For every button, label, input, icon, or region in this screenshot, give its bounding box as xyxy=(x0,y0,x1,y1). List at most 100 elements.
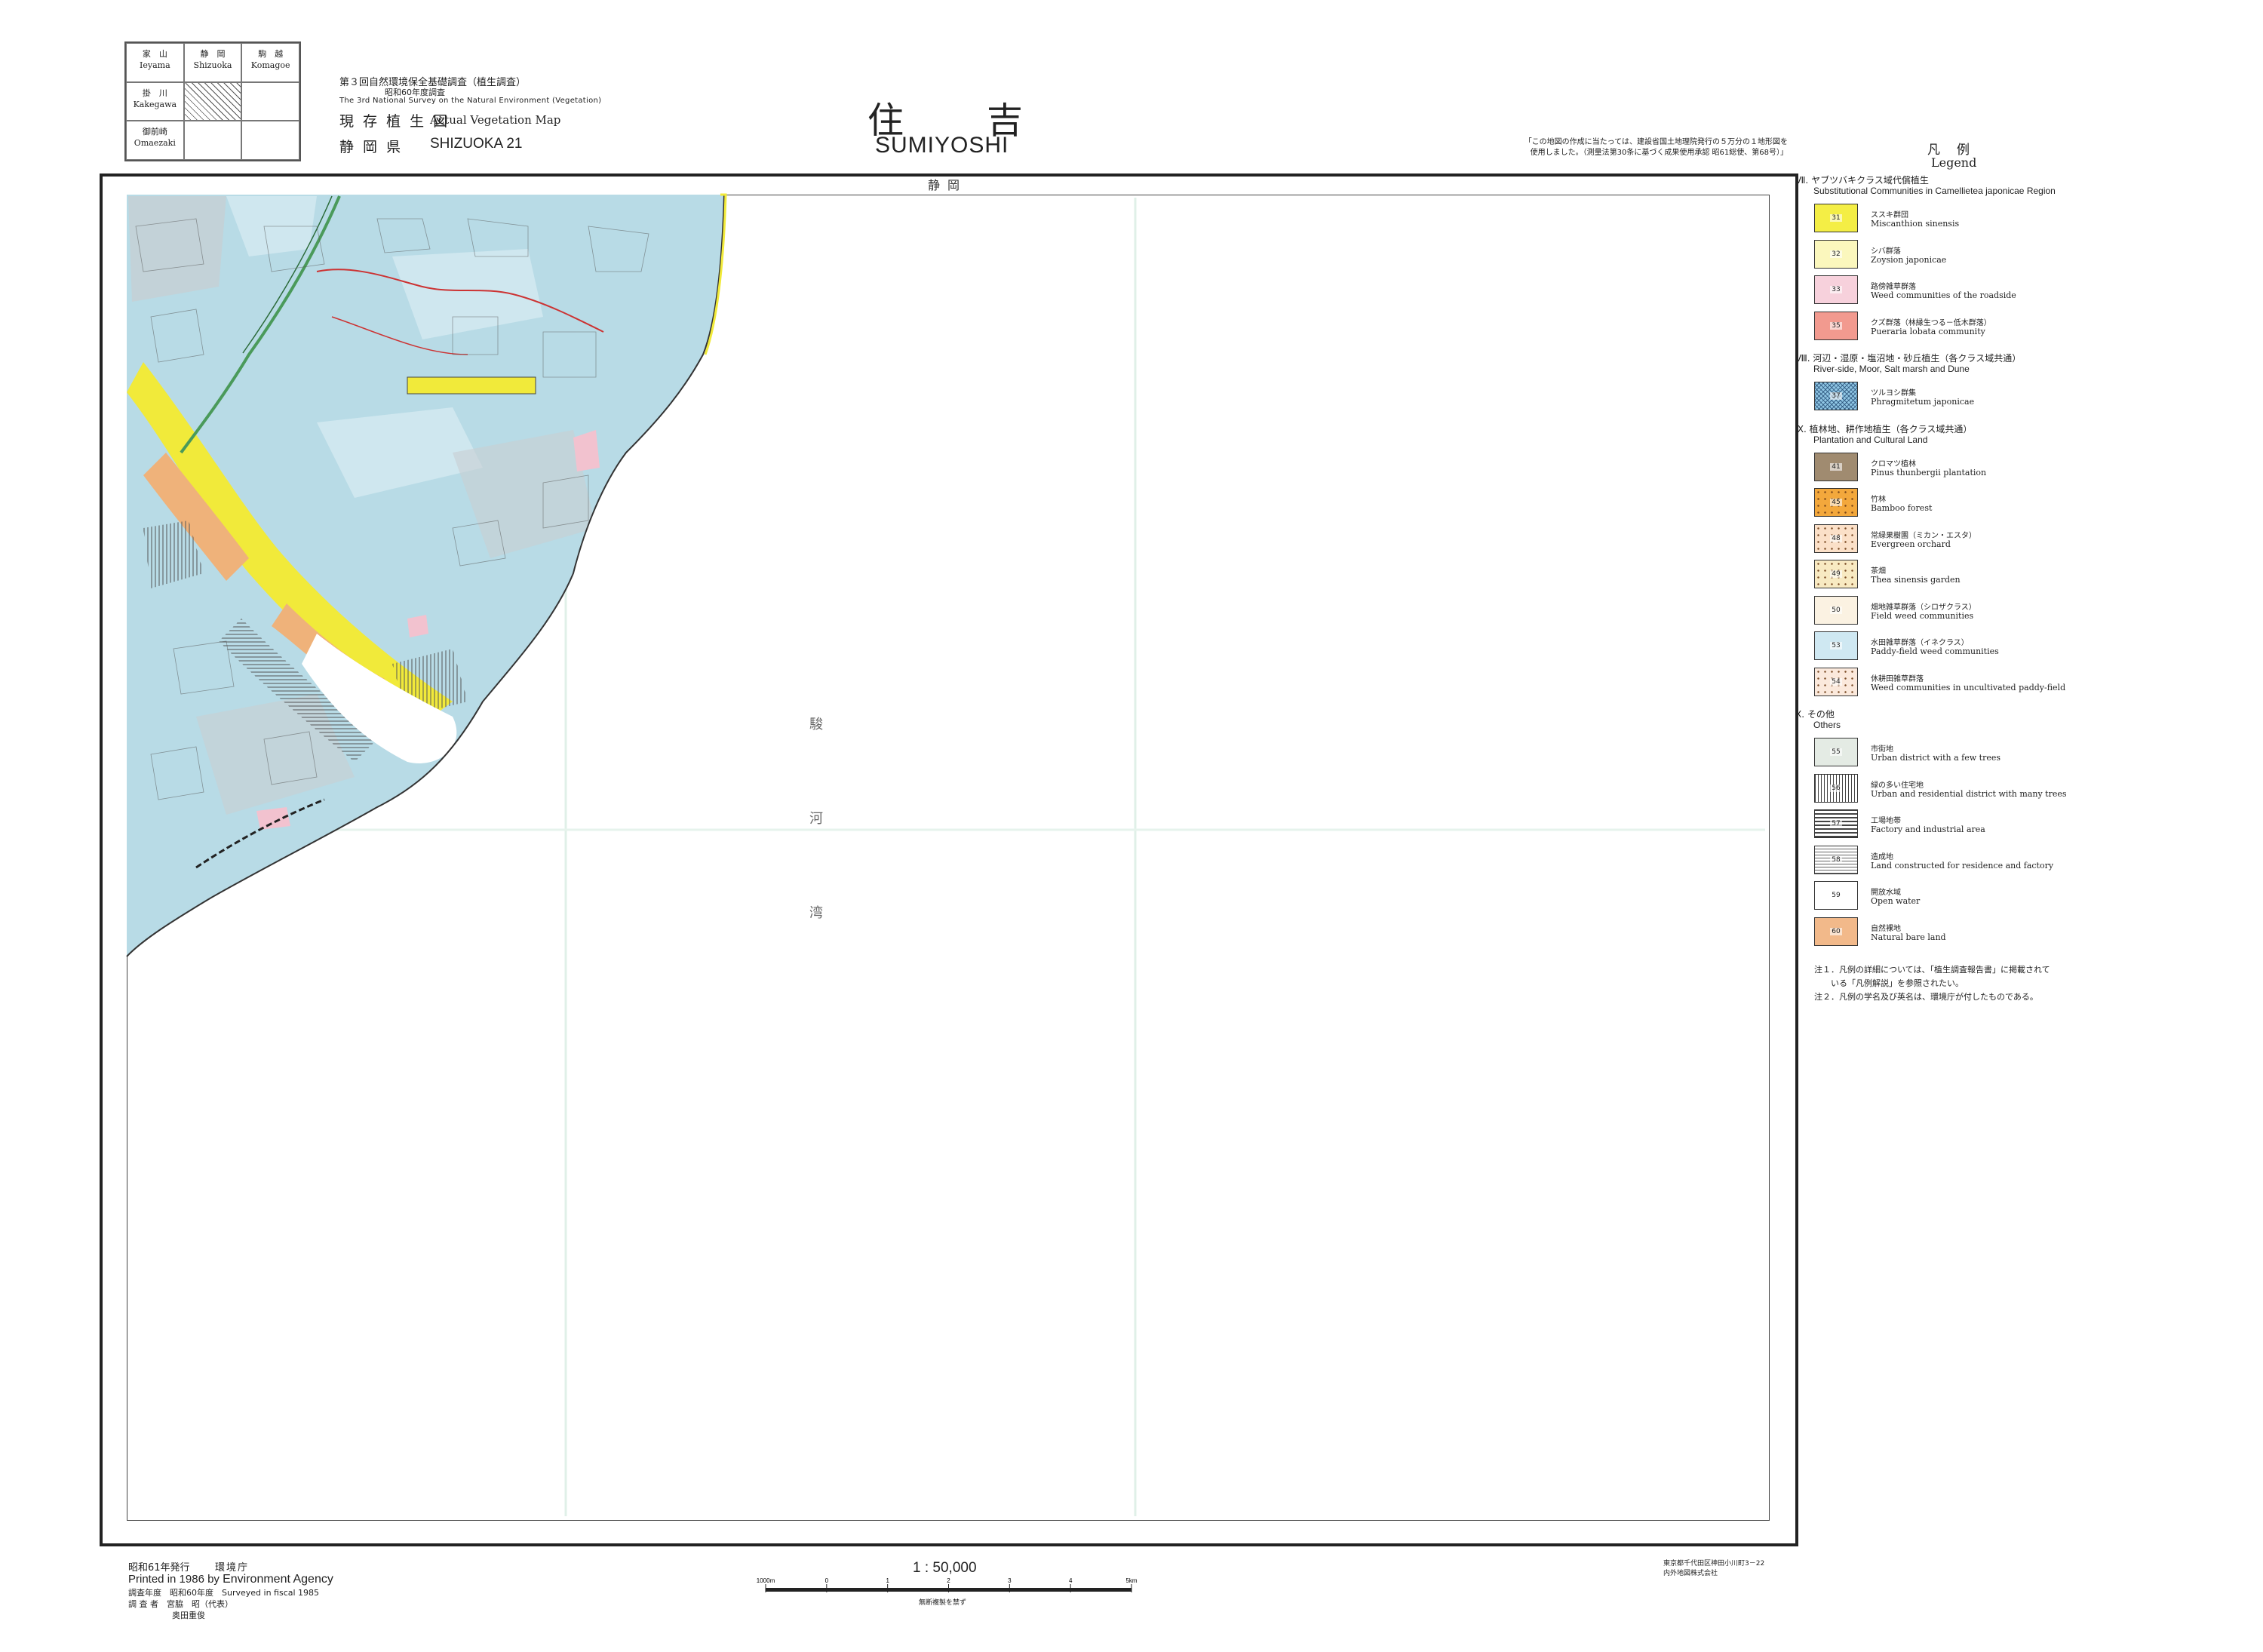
scale-tick-label: 0 xyxy=(825,1577,829,1584)
map-top-edge-label: 静岡 xyxy=(928,178,968,192)
legend-code: 59 xyxy=(1830,892,1842,899)
printed-by: Printed in 1986 by Environment Agency xyxy=(128,1573,333,1586)
scale-tick-label: 4 xyxy=(1069,1577,1073,1584)
surveyor: 調 査 者 宮脇 昭（代表） xyxy=(128,1599,233,1609)
legend-code: 33 xyxy=(1830,286,1842,293)
legend-label: 緑の多い住宅地 xyxy=(1871,781,1924,790)
legend-swatch: 59 xyxy=(1814,881,1858,910)
legend-label: ススキ群団 xyxy=(1871,211,1908,220)
legend-code: 37 xyxy=(1830,392,1842,400)
legend-swatch: 49 xyxy=(1814,560,1858,588)
legend-code: 58 xyxy=(1830,855,1842,864)
surveyor-second: 奥田重俊 xyxy=(172,1611,205,1620)
legend-section-heading-en: Plantation and Cultural Land xyxy=(1813,434,1928,445)
legend-swatch: 33 xyxy=(1814,275,1858,304)
printer-address: 東京都千代田区神田小川町3－22 xyxy=(1663,1560,1765,1568)
printed-prefix: Printed in 1986 by xyxy=(128,1573,223,1586)
legend-label-en: Bamboo forest xyxy=(1871,503,1933,513)
legend-code: 56 xyxy=(1830,784,1842,792)
legend-section-heading: Ⅹ. その他 xyxy=(1795,709,1835,720)
legend-label: 茶畑 xyxy=(1871,567,1886,576)
legend-section-heading: Ⅷ. 河辺・湿原・塩沼地・砂丘植生（各クラス域共通） xyxy=(1795,353,2022,364)
legend-code: 57 xyxy=(1830,820,1842,828)
legend-swatch: 53 xyxy=(1814,631,1858,660)
legend-swatch: 45 xyxy=(1814,488,1858,517)
legend-label: シバ群落 xyxy=(1871,247,1901,256)
sea-name-label: 駿河湾 xyxy=(809,717,823,921)
legend-label-en: Weed communities of the roadside xyxy=(1871,290,2016,300)
legend-footnote: 注１．凡例の詳細については、「植生調査報告書」に掲載されて xyxy=(1814,965,2050,975)
reproduction-prohibited-note: 無断複製を禁ず xyxy=(919,1599,967,1607)
legend-swatch: 31 xyxy=(1814,204,1858,232)
legend-swatch: 57 xyxy=(1814,809,1858,838)
scale-tick-label: 2 xyxy=(947,1577,950,1584)
legend-label: 自然裸地 xyxy=(1871,924,1901,933)
legend-label-en: Pueraria lobata community xyxy=(1871,326,1985,336)
legend-label: 路傍雑草群落 xyxy=(1871,283,1916,291)
legend-label-en: Zoysion japonicae xyxy=(1871,254,1947,265)
survey-year: 調査年度 昭和60年度 Surveyed in fiscal 1985 xyxy=(128,1588,320,1598)
publication-date: 昭和61年発行 xyxy=(128,1562,190,1574)
legend-label: クズ群落（林縁生つる－低木群落） xyxy=(1871,318,1991,327)
legend-code: 45 xyxy=(1830,499,1842,506)
printer-name: 内外地図株式会社 xyxy=(1663,1570,1718,1577)
publisher-name-en: Environment Agency xyxy=(223,1573,333,1586)
scale-tick-label: 5km xyxy=(1125,1577,1137,1584)
publisher-name: 環境庁 xyxy=(215,1562,250,1574)
legend-code: 41 xyxy=(1830,462,1842,471)
legend-code: 32 xyxy=(1830,250,1842,258)
legend-label: 造成地 xyxy=(1871,852,1893,861)
scale-tick-label: 3 xyxy=(1008,1577,1012,1584)
legend-section-heading-en: Others xyxy=(1813,720,1841,730)
legend-label-en: Evergreen orchard xyxy=(1871,539,1951,549)
scale-tick-label: 1000m xyxy=(757,1577,775,1584)
legend-swatch: 58 xyxy=(1814,845,1858,874)
legend-code: 48 xyxy=(1830,534,1842,542)
legend-label: 開放水域 xyxy=(1871,889,1901,897)
legend-code: 53 xyxy=(1830,642,1842,649)
legend-section-heading-en: River-side, Moor, Salt marsh and Dune xyxy=(1813,364,1970,374)
legend-code: 55 xyxy=(1830,748,1842,756)
legend-section-heading-en: Substitutional Communities in Camelliete… xyxy=(1813,186,2056,196)
land-area xyxy=(127,195,724,957)
legend-label-en: Land constructed for residence and facto… xyxy=(1871,860,2054,871)
scale-ratio: 1 : 50,000 xyxy=(913,1560,977,1576)
legend-code: 31 xyxy=(1830,214,1842,222)
legend-label-en: Open water xyxy=(1871,896,1921,906)
legend-swatch: 32 xyxy=(1814,239,1858,269)
legend-label-en: Paddy-field weed communities xyxy=(1871,646,1999,656)
legend-section-heading: Ⅶ. ヤブツバキクラス域代償植生 xyxy=(1795,175,1929,186)
legend-section-heading: Ⅸ. 植林地、耕作地植生（各クラス域共通） xyxy=(1795,423,1973,434)
legend-label: クロマツ植林 xyxy=(1871,459,1916,468)
legend-swatch: 50 xyxy=(1814,595,1858,625)
legend-code: 50 xyxy=(1830,606,1842,614)
legend-label: ツルヨシ群集 xyxy=(1871,389,1916,398)
legend-label: 畑地雑草群落（シロザクラス） xyxy=(1871,603,1976,612)
legend-swatch: 41 xyxy=(1814,452,1858,481)
legend-swatch: 54 xyxy=(1814,667,1858,696)
legend-label-en: Urban and residential district with many… xyxy=(1871,788,2067,799)
legend-label: 工場地帯 xyxy=(1871,817,1901,825)
legend-code: 35 xyxy=(1830,321,1842,330)
legend-label-en: Natural bare land xyxy=(1871,932,1946,942)
legend-label: 市街地 xyxy=(1871,745,1893,754)
legend-footnote: いる「凡例解説」を参照されたい。 xyxy=(1814,978,1964,988)
legend-swatch: 60 xyxy=(1814,917,1858,946)
legend-label: 休耕田雑草群落 xyxy=(1871,674,1924,683)
legend-label-en: Weed communities in uncultivated paddy-f… xyxy=(1871,682,2066,692)
legend-label-en: Pinus thunbergii plantation xyxy=(1871,467,1987,477)
legend: Ⅶ. ヤブツバキクラス域代償植生 Substitutional Communiti… xyxy=(1795,173,2248,1003)
legend-swatch: 55 xyxy=(1814,738,1858,766)
legend-label: 竹林 xyxy=(1871,496,1886,504)
legend-title-en: Legend xyxy=(1931,155,1977,170)
legend-swatch: 37 xyxy=(1814,382,1858,410)
legend-label-en: Thea sinensis garden xyxy=(1871,575,1961,585)
legend-label-en: Factory and industrial area xyxy=(1871,824,1985,834)
legend-label-en: Phragmitetum japonicae xyxy=(1871,397,1975,407)
legend-code: 60 xyxy=(1830,927,1842,935)
legend-code: 49 xyxy=(1830,570,1842,578)
scale-tick-label: 1 xyxy=(886,1577,889,1584)
legend-code: 54 xyxy=(1830,677,1842,686)
legend-label-en: Field weed communities xyxy=(1871,610,1974,621)
legend-footnote: 注２．凡例の学名及び英名は、環境庁が付したものである。 xyxy=(1814,992,2038,1002)
